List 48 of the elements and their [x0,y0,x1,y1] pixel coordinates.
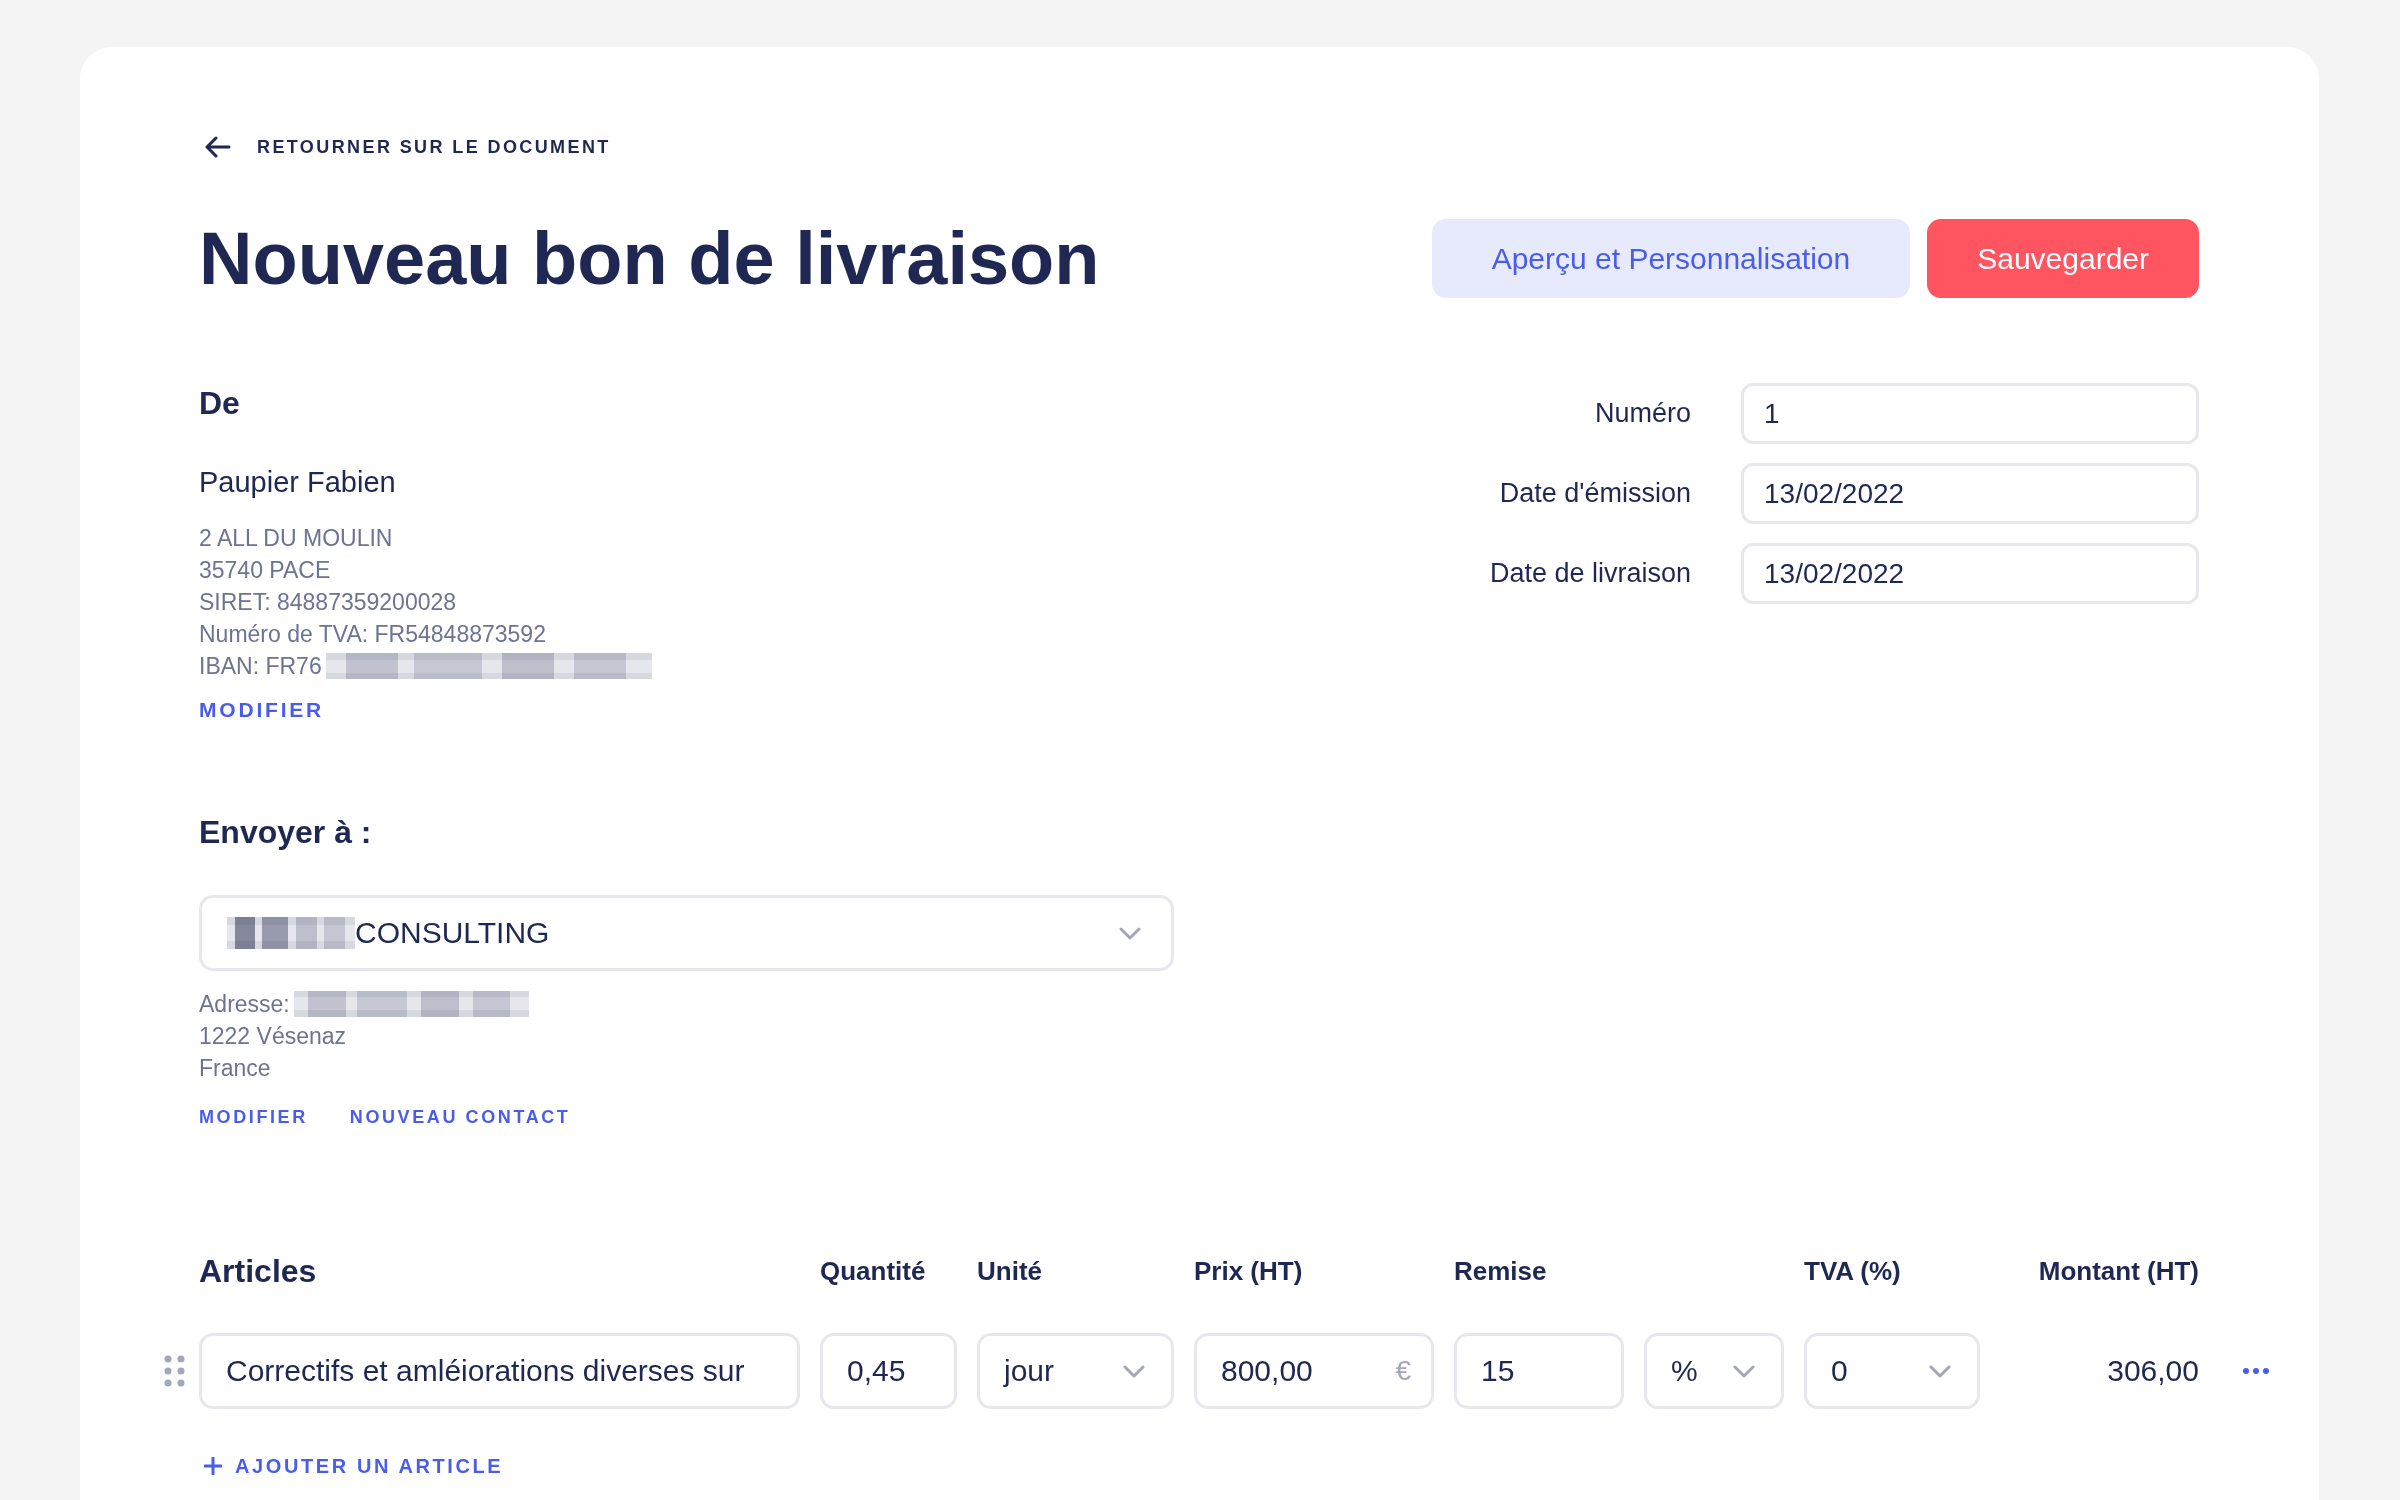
text-link[interactable]: MODIFIER [199,1104,308,1130]
page-title: Nouveau bon de livraison [199,221,1100,296]
price-field[interactable]: 800,00 € [1194,1333,1434,1409]
preview-button[interactable]: Aperçu et Personnalisation [1431,219,1911,298]
vat-select[interactable]: 0 [1804,1333,1980,1409]
unit-select[interactable]: jour [977,1333,1174,1409]
section-heading: Envoyer à : [199,813,372,852]
arrow-left-icon [205,136,231,158]
amount-value: 306,00 [2107,1354,2199,1388]
address-line: IBAN: FR76 [199,652,322,680]
address-line: France [199,1054,271,1082]
column-header: Prix (HT) [1194,1255,1303,1288]
drag-handle-icon[interactable] [164,1355,185,1387]
field-label: Date de livraison [1489,558,1691,589]
plus-icon [204,1457,222,1475]
address-line: 35740 PACE [199,556,331,584]
address-line: SIRET: 84887359200028 [199,588,457,616]
input-field[interactable]: 1 [1741,383,2199,444]
sender-name: Paupier Fabien [199,467,396,497]
column-header: Unité [977,1255,1042,1288]
section-heading: De [199,384,240,423]
address-line: 1222 Vésenaz [199,1022,347,1050]
contact-select[interactable]: CONSULTING [199,895,1174,971]
address-line: Numéro de TVA: FR54848873592 [199,620,546,648]
chevron-down-icon [1119,926,1141,940]
field-label: Date d'émission [1499,478,1691,509]
column-header: Montant (HT) [2038,1255,2199,1288]
section-heading: Articles [199,1252,317,1291]
address-line: 2 ALL DU MOULIN [199,524,393,552]
quantity-field[interactable]: 0,45 [820,1333,957,1409]
column-header: Quantité [820,1255,926,1288]
description-field[interactable]: Correctifs et amléiorations diverses sur [199,1333,800,1409]
discount-type-select[interactable]: % [1644,1333,1784,1409]
back-link[interactable]: RETOURNER SUR LE DOCUMENT [205,132,611,162]
column-header: Remise [1454,1255,1547,1288]
input-field[interactable]: 13/02/2022 [1741,463,2199,524]
chevron-down-icon [1123,1364,1145,1378]
discount-field[interactable]: 15 [1454,1333,1624,1409]
add-article-link[interactable]: AJOUTER UN ARTICLE [204,1453,504,1479]
chevron-down-icon [1733,1364,1755,1378]
column-header: TVA (%) [1804,1255,1901,1288]
input-field[interactable]: 13/02/2022 [1741,543,2199,604]
text-link[interactable]: MODIFIER [199,697,325,723]
text-link[interactable]: NOUVEAU CONTACT [349,1104,571,1130]
field-label: Numéro [1594,398,1691,429]
chevron-down-icon [1929,1364,1951,1378]
more-icon[interactable] [2243,1368,2269,1374]
address-line: Adresse: [199,990,290,1018]
